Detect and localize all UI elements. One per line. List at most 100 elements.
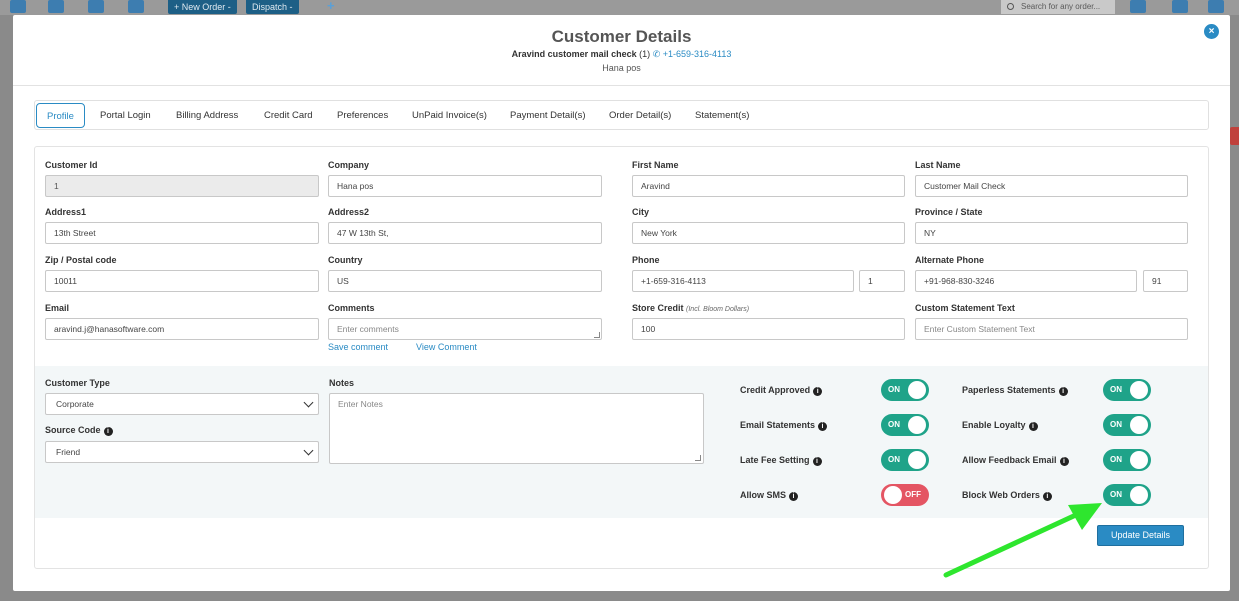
alt-phone-field[interactable]: +91-968-830-3246 — [915, 270, 1137, 292]
paperless-statements-label: Paperless Statements i — [962, 385, 1068, 396]
toggle-state-text: ON — [888, 420, 900, 429]
enable-loyalty-toggle[interactable]: ON — [1103, 414, 1151, 436]
first-name-field[interactable]: Aravind — [632, 175, 905, 197]
info-icon[interactable]: i — [789, 492, 799, 501]
basket-icon — [48, 0, 64, 13]
company-label: Company — [328, 160, 370, 170]
toggle-state-text: ON — [888, 385, 900, 394]
province-field[interactable]: NY — [915, 222, 1188, 244]
late-fee-toggle[interactable]: ON — [881, 449, 929, 471]
block-web-orders-toggle[interactable]: ON — [1103, 484, 1151, 506]
notes-textarea[interactable]: Enter Notes — [329, 393, 704, 464]
toggle-state-text: ON — [1110, 490, 1122, 499]
preferences-section: Customer Type Corporate Source Code i Fri… — [35, 366, 1208, 518]
email-field[interactable]: aravind.j@hanasoftware.com — [45, 318, 319, 340]
resize-grip-icon[interactable] — [594, 332, 600, 338]
add-icon[interactable]: + — [327, 0, 335, 13]
first-name-label: First Name — [632, 160, 679, 170]
phone-ext-field[interactable]: 1 — [859, 270, 905, 292]
view-comment-link[interactable]: View Comment — [416, 342, 477, 352]
resize-grip-icon[interactable] — [695, 455, 701, 461]
modal-title: Customer Details — [551, 27, 692, 46]
allow-feedback-email-text: Allow Feedback Email — [962, 455, 1057, 465]
customer-summary: Aravind customer mail check (1) ✆ +1-659… — [13, 49, 1230, 60]
allow-sms-toggle[interactable]: OFF — [881, 484, 929, 506]
customer-phone-link[interactable]: +1-659-316-4113 — [663, 49, 732, 59]
last-name-label: Last Name — [915, 160, 961, 170]
toggle-knob — [1130, 451, 1148, 469]
late-fee-text: Late Fee Setting — [740, 455, 810, 465]
allow-sms-text: Allow SMS — [740, 490, 787, 500]
tab-profile[interactable]: Profile — [36, 103, 85, 128]
allow-sms-label: Allow SMS i — [740, 490, 799, 501]
country-field[interactable]: US — [328, 270, 602, 292]
address1-field[interactable]: 13th Street — [45, 222, 319, 244]
info-icon[interactable]: i — [1042, 492, 1052, 501]
email-label: Email — [45, 303, 70, 313]
update-details-button[interactable]: Update Details — [1097, 525, 1184, 546]
zip-field[interactable]: 10011 — [45, 270, 319, 292]
allow-feedback-email-toggle[interactable]: ON — [1103, 449, 1151, 471]
source-code-select[interactable]: Friend — [45, 441, 319, 463]
credit-approved-toggle[interactable]: ON — [881, 379, 929, 401]
zip-label: Zip / Postal code — [45, 255, 117, 265]
city-field[interactable]: New York — [632, 222, 905, 244]
order-search-input[interactable]: Search for any order... — [1001, 0, 1115, 14]
customer-count: (1) — [639, 49, 651, 59]
credit-approved-label: Credit Approved i — [740, 385, 823, 396]
customer-type-value: Corporate — [56, 399, 94, 409]
background-red-tab — [1230, 127, 1239, 145]
store-credit-label: Store Credit (Incl. Bloom Dollars) — [632, 303, 749, 313]
dispatch-button[interactable]: Dispatch - — [246, 0, 299, 14]
order-search-placeholder: Search for any order... — [1021, 2, 1101, 11]
search-icon — [1007, 3, 1014, 10]
background-app-bar: + New Order - Dispatch - + Search for an… — [0, 0, 1239, 15]
info-icon[interactable]: i — [1059, 457, 1069, 466]
header-divider — [13, 85, 1230, 86]
info-icon[interactable]: i — [1058, 387, 1068, 396]
tab-order-details[interactable]: Order Detail(s) — [609, 103, 671, 128]
store-credit-field[interactable]: 100 — [632, 318, 905, 340]
monitor-icon — [1208, 0, 1224, 13]
toggle-knob — [1130, 486, 1148, 504]
paperless-statements-toggle[interactable]: ON — [1103, 379, 1151, 401]
customer-type-select[interactable]: Corporate — [45, 393, 319, 415]
tab-billing-address[interactable]: Billing Address — [176, 103, 238, 128]
customer-type-label: Customer Type — [45, 378, 110, 388]
toggle-state-text: ON — [1110, 385, 1122, 394]
source-code-value: Friend — [56, 447, 81, 457]
city-label: City — [632, 207, 650, 217]
info-icon[interactable]: i — [103, 427, 113, 436]
block-web-orders-text: Block Web Orders — [962, 490, 1040, 500]
tab-statements[interactable]: Statement(s) — [695, 103, 749, 128]
tab-portal-login[interactable]: Portal Login — [100, 103, 151, 128]
info-icon[interactable]: i — [1028, 422, 1038, 431]
email-statements-text: Email Statements — [740, 420, 816, 430]
last-name-field[interactable]: Customer Mail Check — [915, 175, 1188, 197]
info-icon[interactable]: i — [813, 387, 823, 396]
tab-credit-card[interactable]: Credit Card — [264, 103, 313, 128]
save-comment-link[interactable]: Save comment — [328, 342, 388, 352]
new-order-button[interactable]: + New Order - — [168, 0, 237, 14]
address2-field[interactable]: 47 W 13th St, — [328, 222, 602, 244]
tab-unpaid-invoices[interactable]: UnPaid Invoice(s) — [412, 103, 487, 128]
calendar-icon — [88, 0, 104, 13]
comments-field[interactable]: Enter comments — [328, 318, 602, 340]
toggle-knob — [884, 486, 902, 504]
chevron-down-icon — [303, 445, 314, 456]
profile-form: Customer Id 1 Company Hana pos First Nam… — [34, 146, 1209, 569]
info-icon[interactable]: i — [818, 422, 828, 431]
source-code-label: Source Code i — [45, 425, 113, 436]
company-field[interactable]: Hana pos — [328, 175, 602, 197]
email-statements-toggle[interactable]: ON — [881, 414, 929, 436]
info-icon[interactable]: i — [812, 457, 822, 466]
customer-id-field: 1 — [45, 175, 319, 197]
alt-phone-ext-field[interactable]: 91 — [1143, 270, 1188, 292]
custom-statement-field[interactable]: Enter Custom Statement Text — [915, 318, 1188, 340]
phone-field[interactable]: +1-659-316-4113 — [632, 270, 854, 292]
tab-payment-details[interactable]: Payment Detail(s) — [510, 103, 586, 128]
chevron-down-icon — [303, 397, 314, 408]
store-credit-note: (Incl. Bloom Dollars) — [686, 306, 750, 313]
app-logo-icon — [10, 0, 26, 13]
tab-preferences[interactable]: Preferences — [337, 103, 388, 128]
